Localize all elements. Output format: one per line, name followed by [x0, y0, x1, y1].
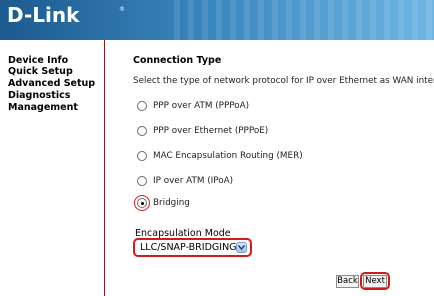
- highlight-circle: [134, 195, 150, 211]
- back-button[interactable]: Back: [336, 275, 359, 288]
- chevron-down-icon[interactable]: [236, 242, 247, 253]
- page-title: Connection Type: [133, 55, 222, 66]
- select-value: LLC/SNAP-BRIDGING: [140, 242, 237, 253]
- radio-mer[interactable]: [137, 151, 147, 161]
- page-description: Select the type of network protocol for …: [133, 76, 434, 86]
- registered-mark: ®: [119, 6, 125, 13]
- option-label: PPP over Ethernet (PPPoE): [153, 126, 269, 136]
- header-bar: D-Link ®: [0, 0, 434, 40]
- option-label: MAC Encapsulation Routing (MER): [153, 151, 303, 161]
- sidebar-item-device-info[interactable]: Device Info: [8, 55, 68, 66]
- radio-pppoe[interactable]: [137, 126, 147, 136]
- header-decoration: [174, 0, 434, 40]
- next-button[interactable]: Next: [363, 275, 387, 288]
- sidebar-item-quick-setup[interactable]: Quick Setup: [8, 66, 73, 77]
- sidebar-item-advanced-setup[interactable]: Advanced Setup: [8, 78, 95, 89]
- encapsulation-mode-select[interactable]: LLC/SNAP-BRIDGING: [133, 238, 252, 257]
- radio-pppoa[interactable]: [137, 101, 147, 111]
- sidebar-item-diagnostics[interactable]: Diagnostics: [8, 90, 70, 101]
- sidebar: Device Info Quick Setup Advanced Setup D…: [0, 40, 105, 296]
- option-label: PPP over ATM (PPPoA): [153, 101, 250, 111]
- option-label: Bridging: [153, 198, 190, 208]
- main-content: Connection Type Select the type of netwo…: [105, 40, 434, 296]
- sidebar-item-management[interactable]: Management: [8, 102, 78, 113]
- radio-ipoa[interactable]: [137, 176, 147, 186]
- dlink-logo: D-Link: [7, 3, 80, 27]
- option-label: IP over ATM (IPoA): [153, 176, 234, 186]
